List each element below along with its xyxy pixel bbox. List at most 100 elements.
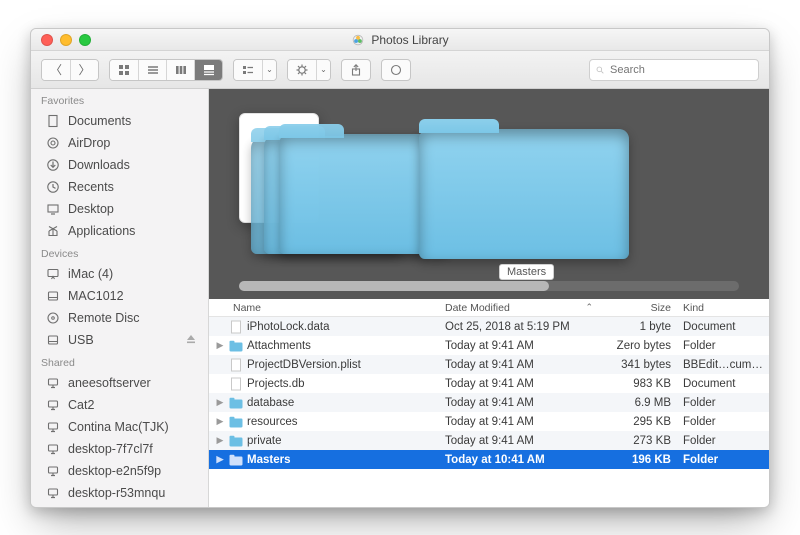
file-kind: Document bbox=[677, 378, 769, 390]
sidebar[interactable]: FavoritesDocumentsAirDropDownloadsRecent… bbox=[31, 89, 209, 507]
table-row[interactable]: ▶databaseToday at 9:41 AM6.9 MBFolder bbox=[209, 393, 769, 412]
back-button[interactable]: 〈 bbox=[42, 60, 70, 80]
column-header-date[interactable]: Date Modified⌃ bbox=[439, 302, 599, 314]
view-mode-buttons bbox=[109, 59, 223, 81]
eject-icon[interactable] bbox=[186, 333, 198, 347]
sidebar-item[interactable]: aneesoftserver bbox=[31, 372, 208, 394]
file-name: private bbox=[247, 435, 282, 447]
window-title: Photos Library bbox=[351, 33, 448, 47]
sidebar-item[interactable]: Applications bbox=[31, 220, 208, 242]
coverflow-scrollbar-thumb[interactable] bbox=[239, 281, 549, 291]
sidebar-item[interactable]: iMac (4) bbox=[31, 263, 208, 285]
file-name: Projects.db bbox=[247, 378, 305, 390]
file-kind: Folder bbox=[677, 454, 769, 466]
file-size: 196 KB bbox=[599, 454, 677, 466]
table-row[interactable]: iPhotoLock.dataOct 25, 2018 at 5:19 PM1 … bbox=[209, 317, 769, 336]
minimize-button[interactable] bbox=[60, 34, 72, 46]
share-button[interactable] bbox=[341, 59, 371, 81]
table-row[interactable]: ProjectDBVersion.plistToday at 9:41 AM34… bbox=[209, 355, 769, 374]
view-coverflow-button[interactable] bbox=[194, 60, 222, 80]
window-body: FavoritesDocumentsAirDropDownloadsRecent… bbox=[31, 89, 769, 507]
file-date: Today at 9:41 AM bbox=[439, 435, 599, 447]
column-header-name[interactable]: Name bbox=[209, 302, 439, 314]
sidebar-item[interactable]: USB bbox=[31, 329, 208, 351]
column-header-kind[interactable]: Kind bbox=[677, 302, 769, 314]
sidebar-item[interactable]: Downloads bbox=[31, 154, 208, 176]
disclosure-triangle-icon[interactable]: ▶ bbox=[215, 416, 225, 427]
sidebar-item[interactable]: Contina Mac(TJK) bbox=[31, 416, 208, 438]
preview-folder-center[interactable] bbox=[419, 129, 629, 259]
table-row[interactable]: ▶AttachmentsToday at 9:41 AMZero bytesFo… bbox=[209, 336, 769, 355]
sort-asc-icon: ⌃ bbox=[585, 303, 593, 312]
close-button[interactable] bbox=[41, 34, 53, 46]
action-menu-button[interactable] bbox=[288, 60, 316, 80]
file-date: Today at 9:41 AM bbox=[439, 378, 599, 390]
sidebar-item[interactable]: Desktop bbox=[31, 198, 208, 220]
table-row[interactable]: ▶MastersToday at 10:41 AM196 KBFolder bbox=[209, 450, 769, 469]
file-size: 295 KB bbox=[599, 416, 677, 428]
view-columns-button[interactable] bbox=[166, 60, 194, 80]
action-dropdown-button[interactable]: ⌄ bbox=[316, 60, 330, 80]
net-icon bbox=[45, 441, 61, 457]
sidebar-item-label: aneesoftserver bbox=[68, 376, 198, 390]
sidebar-item[interactable]: desktop-e2n5f9p bbox=[31, 460, 208, 482]
nav-buttons: 〈 〉 bbox=[41, 59, 99, 81]
sidebar-item[interactable]: Cat2 bbox=[31, 394, 208, 416]
sidebar-group-header: Shared bbox=[31, 351, 208, 372]
column-headers: Name Date Modified⌃ Size Kind bbox=[209, 299, 769, 317]
file-kind: Folder bbox=[677, 340, 769, 352]
file-size: 341 bytes bbox=[599, 359, 677, 371]
sidebar-item-label: desktop-7f7cl7f bbox=[68, 442, 198, 456]
clock-icon bbox=[45, 179, 61, 195]
disk-icon bbox=[45, 288, 61, 304]
arrange-button[interactable] bbox=[234, 60, 262, 80]
sidebar-item[interactable]: MAC1012 bbox=[31, 285, 208, 307]
arrange-dropdown-button[interactable]: ⌄ bbox=[262, 60, 276, 80]
coverflow-preview[interactable]: Masters bbox=[209, 89, 769, 299]
file-date: Oct 25, 2018 at 5:19 PM bbox=[439, 321, 599, 333]
sidebar-item[interactable]: Remote Disc bbox=[31, 307, 208, 329]
search-input[interactable] bbox=[610, 64, 752, 76]
file-size: 983 KB bbox=[599, 378, 677, 390]
action-buttons: ⌄ bbox=[287, 59, 331, 81]
sidebar-item[interactable]: Documents bbox=[31, 110, 208, 132]
disclosure-triangle-icon[interactable]: ▶ bbox=[215, 454, 225, 465]
net-icon bbox=[45, 375, 61, 391]
table-row[interactable]: Projects.db Today at 9:41 AM983 KBDocumen… bbox=[209, 374, 769, 393]
disc-icon bbox=[45, 310, 61, 326]
sidebar-item[interactable]: desktop-r53mnqu bbox=[31, 482, 208, 504]
file-name: database bbox=[247, 397, 294, 409]
folder-icon bbox=[229, 339, 243, 353]
disclosure-triangle-icon[interactable]: ▶ bbox=[215, 340, 225, 351]
search-icon bbox=[596, 64, 604, 76]
apps-icon bbox=[45, 223, 61, 239]
document-icon bbox=[229, 377, 243, 391]
file-name: Attachments bbox=[247, 340, 311, 352]
coverflow-scrollbar[interactable] bbox=[239, 281, 739, 291]
document-icon bbox=[229, 320, 243, 334]
view-list-button[interactable] bbox=[138, 60, 166, 80]
table-row[interactable]: ▶privateToday at 9:41 AM273 KBFolder bbox=[209, 431, 769, 450]
file-list[interactable]: Name Date Modified⌃ Size Kind iPhotoLock… bbox=[209, 299, 769, 507]
search-field[interactable] bbox=[589, 59, 759, 81]
sidebar-item[interactable]: AirDrop bbox=[31, 132, 208, 154]
sidebar-item-label: USB bbox=[68, 333, 179, 347]
sidebar-item-label: Cat2 bbox=[68, 398, 198, 412]
imac-icon bbox=[45, 266, 61, 282]
file-size: 273 KB bbox=[599, 435, 677, 447]
column-header-size[interactable]: Size bbox=[599, 302, 677, 314]
file-name: resources bbox=[247, 416, 298, 428]
sidebar-item-label: Remote Disc bbox=[68, 311, 198, 325]
tags-button[interactable] bbox=[381, 59, 411, 81]
disclosure-triangle-icon[interactable]: ▶ bbox=[215, 397, 225, 408]
sidebar-item-label: AirDrop bbox=[68, 136, 198, 150]
table-row[interactable]: ▶resourcesToday at 9:41 AM295 KBFolder bbox=[209, 412, 769, 431]
sidebar-item[interactable]: Recents bbox=[31, 176, 208, 198]
forward-button[interactable]: 〉 bbox=[70, 60, 98, 80]
disclosure-triangle-icon[interactable]: ▶ bbox=[215, 435, 225, 446]
sidebar-item[interactable]: desktop-7f7cl7f bbox=[31, 438, 208, 460]
view-icons-button[interactable] bbox=[110, 60, 138, 80]
document-icon bbox=[229, 358, 243, 372]
fullscreen-button[interactable] bbox=[79, 34, 91, 46]
gear-icon bbox=[296, 64, 308, 76]
